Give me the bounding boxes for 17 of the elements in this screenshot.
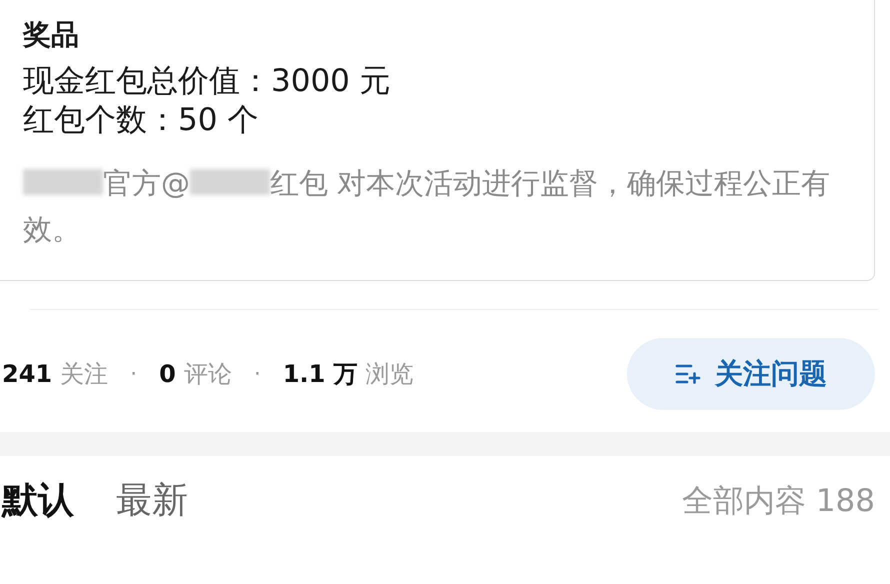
sort-tab[interactable]: 最新 [116, 474, 188, 528]
stat-label: 评论 [184, 359, 232, 390]
sort-tab[interactable]: 默认 [2, 474, 74, 528]
add-list-icon [675, 363, 701, 386]
prize-line: 红包个数：50 个 [23, 100, 260, 140]
stat-number: 1.1 万 [282, 359, 358, 390]
prize-line: 现金红包总价值：3000 元 [23, 62, 392, 101]
stat-label: 关注 [60, 359, 108, 390]
stat-label: 浏览 [366, 359, 414, 390]
content-count: 全部内容 188 [682, 482, 875, 522]
stat-number: 241 [2, 359, 52, 390]
separator-dot: · [130, 360, 138, 389]
note-text: 官方@ 红包 对本次活动进行监督，确保过程公正有效。 [23, 164, 832, 248]
stat-number: 0 [159, 359, 176, 390]
prize-title: 奖品 [23, 17, 80, 53]
follow-button[interactable]: 关注问题 [627, 338, 875, 410]
separator-dot: · [254, 360, 261, 389]
